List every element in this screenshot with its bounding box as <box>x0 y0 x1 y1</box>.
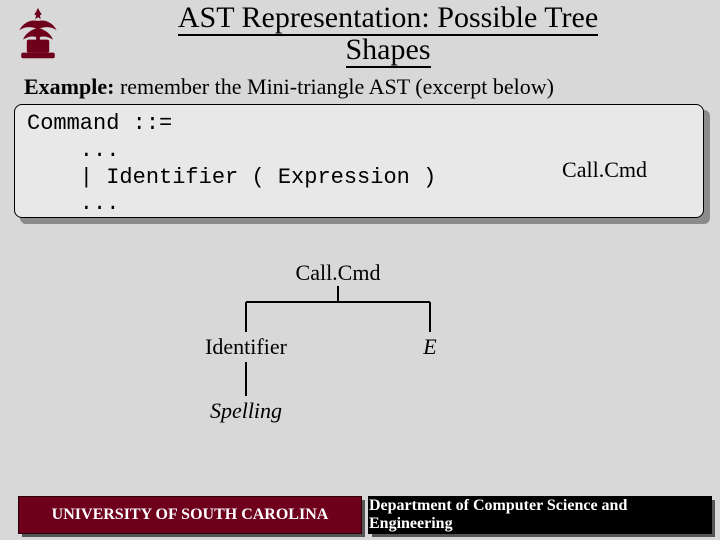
code-line-3: | Identifier ( Expression ) <box>27 165 436 190</box>
example-label: Example: <box>24 74 114 99</box>
slide-title: AST Representation: Possible Tree Shapes <box>70 2 706 67</box>
tree-identifier-node: Identifier <box>205 334 287 360</box>
tree-spelling-leaf: Spelling <box>210 398 282 424</box>
tree-root: Call.Cmd <box>296 260 381 286</box>
ast-tree: Call.Cmd Identifier E Spelling <box>0 240 720 470</box>
footer-department: Department of Computer Science and Engin… <box>368 496 712 534</box>
tree-expression-node: E <box>423 334 436 360</box>
palmetto-logo-icon <box>10 6 66 62</box>
code-line-4: ... <box>27 191 119 216</box>
code-line-1: Command ::= <box>27 111 172 136</box>
code-line-2: ... <box>27 138 119 163</box>
title-line-2: Shapes <box>346 33 431 68</box>
footer-left: UNIVERSITY OF SOUTH CAROLINA <box>18 496 362 534</box>
example-subtitle: Example: remember the Mini-triangle AST … <box>24 74 554 100</box>
production-label: Call.Cmd <box>562 157 647 184</box>
footer-university: UNIVERSITY OF SOUTH CAROLINA <box>18 496 362 534</box>
university-logo <box>10 6 66 62</box>
title-line-1: AST Representation: Possible Tree <box>178 1 598 36</box>
footer-right: Department of Computer Science and Engin… <box>368 496 712 534</box>
slide: AST Representation: Possible Tree Shapes… <box>0 0 720 540</box>
example-text: remember the Mini-triangle AST (excerpt … <box>114 74 553 99</box>
grammar-code: Command ::= ... | Identifier ( Expressio… <box>14 104 704 218</box>
footer: UNIVERSITY OF SOUTH CAROLINA Department … <box>0 496 720 540</box>
grammar-excerpt-box: Command ::= ... | Identifier ( Expressio… <box>14 104 704 218</box>
